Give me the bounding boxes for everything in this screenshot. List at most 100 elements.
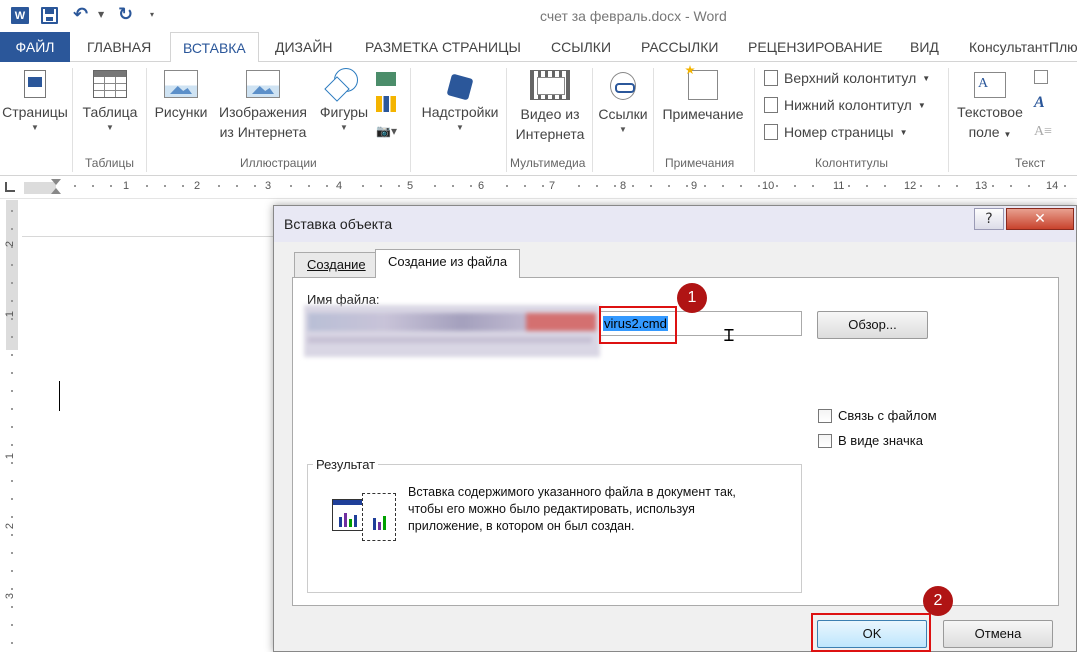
ruler-tick <box>686 185 688 187</box>
chevron-down-icon: ▼ <box>31 123 39 132</box>
word-logo-icon[interactable]: W <box>11 7 29 24</box>
annotation-highlight-ok <box>811 613 931 652</box>
display-as-icon-label: В виде значка <box>838 433 923 448</box>
wordart-icon[interactable]: A <box>1034 94 1045 112</box>
qat-customize-icon[interactable]: ▾ <box>150 10 154 19</box>
horizontal-ruler: 1 2 3 4 5 6 7 8 9 10 11 12 13 14 <box>0 177 1077 199</box>
vertical-ruler-tick <box>11 246 13 248</box>
close-button[interactable]: ✕ <box>1006 208 1074 230</box>
ruler-number: 4 <box>336 180 343 192</box>
ruler-number: 11 <box>833 180 845 192</box>
ruler-tick <box>308 185 310 187</box>
result-label: Результат <box>313 457 379 472</box>
ruler-number: 14 <box>1046 180 1059 192</box>
dialog-title-bar[interactable]: Вставка объекта ? ✕ <box>274 206 1076 242</box>
tab-references[interactable]: ССЫЛКИ <box>551 32 611 62</box>
tab-selector-icon[interactable] <box>5 182 15 192</box>
tab-file[interactable]: ФАЙЛ <box>0 32 70 62</box>
ruler-tick <box>722 185 724 187</box>
ruler-tick <box>182 185 184 187</box>
ruler-number: 12 <box>904 180 917 192</box>
shapes-icon <box>324 68 364 98</box>
vertical-ruler-tick <box>11 552 13 554</box>
tab-consultant[interactable]: КонсультантПлю <box>969 32 1077 62</box>
online-video-button[interactable]: Видео из Интернета <box>508 70 592 144</box>
online-pictures-button[interactable]: Изображения из Интернета <box>213 70 313 142</box>
ribbon-insert: Страницы ▼ Таблица ▼ Таблицы Рисунки Изо… <box>0 62 1077 176</box>
links-button[interactable]: Ссылки ▼ <box>594 72 652 136</box>
online-video-label-2: Интернета <box>515 126 585 142</box>
links-label: Ссылки <box>598 106 648 122</box>
vertical-ruler-tick <box>11 210 13 212</box>
ruler-number: 8 <box>620 180 627 192</box>
smartart-icon[interactable] <box>376 72 396 86</box>
tab-layout[interactable]: РАЗМЕТКА СТРАНИЦЫ <box>365 32 521 62</box>
ruler-tick <box>254 185 256 187</box>
page-number-label: Номер страницы <box>784 124 894 140</box>
comment-icon <box>688 70 718 100</box>
online-video-label-1: Видео из <box>520 106 580 122</box>
ruler-tick <box>434 185 436 187</box>
save-icon[interactable] <box>41 7 58 24</box>
comment-button[interactable]: Примечание <box>655 70 751 124</box>
tab-review[interactable]: РЕЦЕНЗИРОВАНИЕ <box>748 32 883 62</box>
footer-button[interactable]: Нижний колонтитул ▼ <box>764 97 926 113</box>
pictures-icon <box>164 70 198 98</box>
tab-create-new[interactable]: Создание <box>294 252 379 277</box>
addins-button[interactable]: Надстройки ▼ <box>414 73 506 134</box>
shapes-label: Фигуры <box>319 104 369 120</box>
ruler-tick <box>290 185 292 187</box>
ruler-tick <box>470 185 472 187</box>
tab-view[interactable]: ВИД <box>910 32 939 62</box>
header-button[interactable]: Верхний колонтитул ▼ <box>764 70 930 86</box>
undo-icon[interactable]: ↶ <box>73 4 88 25</box>
tab-create-from-file[interactable]: Создание из файла <box>375 249 521 278</box>
comment-label: Примечание <box>662 106 744 122</box>
dropcap-icon[interactable]: A≡ <box>1034 124 1052 140</box>
annotation-badge-2: 2 <box>923 586 953 616</box>
display-as-icon-checkbox[interactable]: В виде значка <box>818 433 923 448</box>
tab-design[interactable]: ДИЗАЙН <box>275 32 333 62</box>
shapes-button[interactable]: Фигуры ▼ <box>314 68 374 134</box>
vertical-ruler-tick <box>11 426 13 428</box>
checkbox-box[interactable] <box>818 408 832 423</box>
ruler-tick <box>632 185 634 187</box>
table-button[interactable]: Таблица ▼ <box>78 70 142 134</box>
vertical-ruler-tick <box>11 354 13 356</box>
quick-parts-icon[interactable] <box>1034 70 1048 84</box>
browse-button[interactable]: Обзор... <box>817 311 928 339</box>
ibeam-cursor-icon: Ꮖ <box>724 326 735 345</box>
vertical-ruler-tick <box>11 336 13 338</box>
ruler-tick <box>812 185 814 187</box>
result-description: Вставка содержимого указанного файла в д… <box>408 485 736 533</box>
textbox-icon: A <box>974 72 1006 98</box>
ruler-tick <box>92 185 94 187</box>
undo-dropdown-icon[interactable]: ▼ <box>98 10 104 19</box>
checkbox-box[interactable] <box>818 433 832 448</box>
annotation-badge-1: 1 <box>677 283 707 313</box>
online-pictures-label-1: Изображения <box>219 104 307 120</box>
chart-icon[interactable] <box>376 96 396 112</box>
vertical-ruler-number: 1 <box>4 452 17 460</box>
ruler-tick <box>992 185 994 187</box>
indent-marker[interactable] <box>51 179 61 196</box>
vertical-ruler-tick <box>11 642 13 644</box>
pages-button[interactable]: Страницы ▼ <box>0 70 70 134</box>
redo-icon[interactable]: ↻ <box>118 4 133 25</box>
ruler-tick <box>362 185 364 187</box>
page-number-button[interactable]: Номер страницы ▼ <box>764 124 908 140</box>
insert-object-dialog: Вставка объекта ? ✕ Создание Создание из… <box>273 205 1077 652</box>
vertical-ruler-number: 3 <box>4 592 17 600</box>
tab-mailings[interactable]: РАССЫЛКИ <box>641 32 718 62</box>
screenshot-icon[interactable]: 📷▾ <box>376 124 397 138</box>
cancel-button[interactable]: Отмена <box>943 620 1053 648</box>
help-button[interactable]: ? <box>974 208 1004 230</box>
textbox-button[interactable]: A Текстовое поле ▼ <box>950 72 1030 145</box>
pictures-button[interactable]: Рисунки <box>150 70 212 122</box>
ruler-number: 9 <box>691 180 698 192</box>
ruler-tick <box>938 185 940 187</box>
link-to-file-checkbox[interactable]: Связь с файлом <box>818 408 937 423</box>
ruler-tick <box>542 185 544 187</box>
tab-insert[interactable]: ВСТАВКА <box>170 32 259 63</box>
tab-home[interactable]: ГЛАВНАЯ <box>87 32 151 62</box>
